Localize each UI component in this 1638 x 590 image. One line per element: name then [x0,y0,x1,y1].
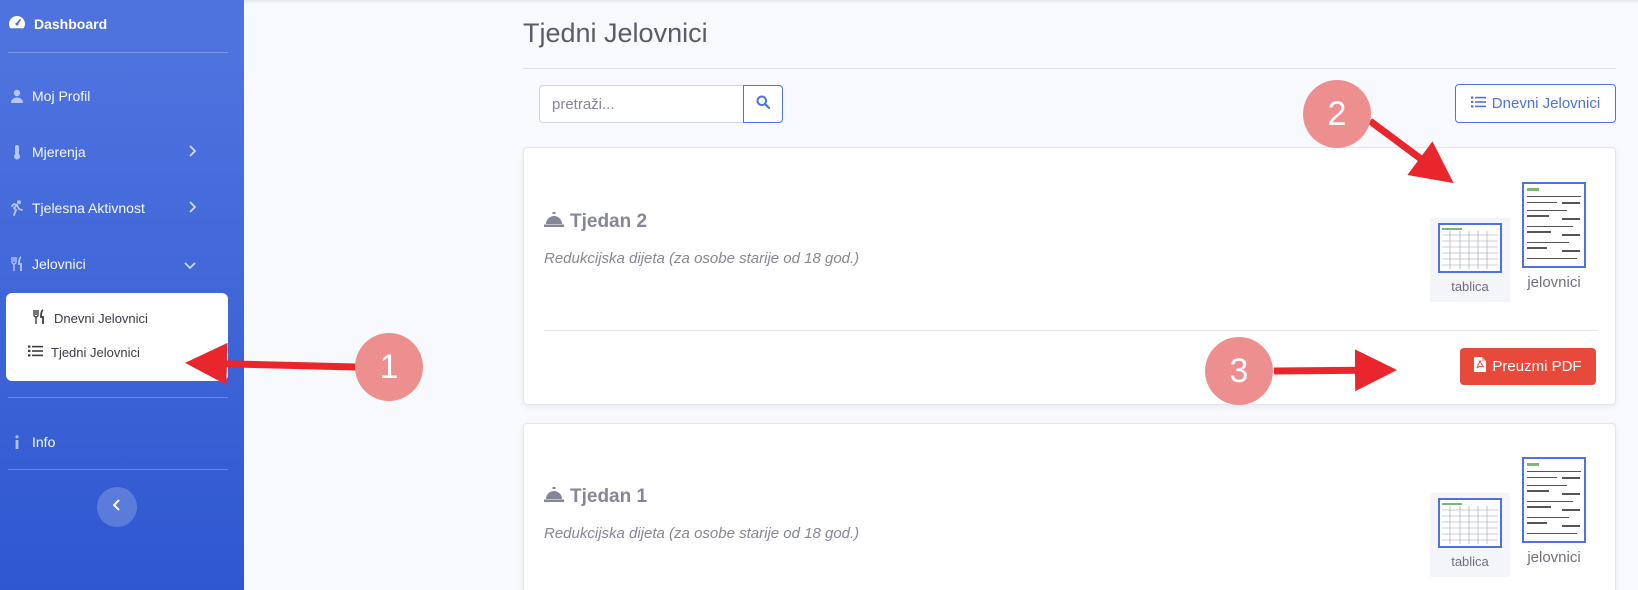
info-icon [8,433,26,451]
sidebar-item-info[interactable]: Info [8,430,204,454]
sidebar-item-profile[interactable]: Moj Profil [8,84,204,108]
submenu-item-tjedni[interactable]: Tjedni Jelovnici [28,345,140,360]
utensils-icon [32,309,46,328]
submenu-item-label: Dnevni Jelovnici [54,311,148,326]
annotation-marker: 2 [1303,80,1371,148]
utensils-icon [8,255,26,273]
card-divider [544,330,1597,331]
daily-menus-button[interactable]: Dnevni Jelovnici [1455,84,1616,123]
menu-thumbnail[interactable]: jelovnici [1514,176,1594,302]
search-input[interactable] [539,85,743,123]
daily-menus-label: Dnevni Jelovnici [1491,95,1601,112]
card-title: Tjedan 2 [544,211,647,233]
annotation-marker: 3 [1205,337,1273,405]
thumbnail-caption: tablica [1451,279,1489,294]
sidebar-item-label: Info [32,434,56,450]
card-subtitle: Redukcijska dijeta (za osobe starije od … [544,525,860,542]
card-title: Tjedan 1 [544,486,647,508]
search-group [539,85,783,123]
brand-label: Dashboard [34,15,108,32]
user-icon [8,87,26,105]
sidebar-item-label: Moj Profil [32,88,91,104]
annotation-marker: 1 [355,333,423,401]
table-thumbnail[interactable]: tablica [1430,218,1510,302]
thumbnail-caption: tablica [1451,554,1489,569]
running-icon [8,199,26,217]
sidebar-item-jelovnici[interactable]: Jelovnici [8,252,204,276]
topbar-shadow [244,0,1638,4]
menu-thumbnail[interactable]: jelovnici [1514,451,1594,577]
sidebar-item-label: Tjelesna Aktivnost [32,200,145,216]
week-card: Tjedan 2 Redukcijska dijeta (za osobe st… [523,147,1616,405]
concierge-bell-icon [544,486,564,508]
download-pdf-button[interactable]: Preuzmi PDF [1460,348,1596,385]
tachometer-icon [8,14,26,33]
card-title-text: Tjedan 1 [570,486,648,507]
chevron-right-icon [188,200,197,216]
page-title: Tjedni Jelovnici [523,18,708,48]
sidebar: Dashboard Moj Profil Mjerenja Tjelesna A… [0,0,244,590]
jelovnici-submenu: Dnevni Jelovnici Tjedni Jelovnici [6,293,228,381]
table-preview-image [1438,498,1502,548]
table-preview-image [1438,223,1502,273]
sidebar-item-mjerenja[interactable]: Mjerenja [8,140,204,164]
search-button[interactable] [743,85,783,123]
chevron-left-icon [112,498,121,516]
file-pdf-icon [1474,357,1487,376]
sidebar-divider [8,52,228,53]
download-pdf-label: Preuzmi PDF [1492,358,1582,375]
card-title-text: Tjedan 2 [570,211,648,232]
table-thumbnail[interactable]: tablica [1430,493,1510,577]
thumbnail-caption: jelovnici [1527,274,1581,291]
list-icon [28,345,43,360]
concierge-bell-icon [544,211,564,233]
search-icon [756,95,771,114]
submenu-item-dnevni[interactable]: Dnevni Jelovnici [32,309,148,328]
week-card: Tjedan 1 Redukcijska dijeta (za osobe st… [523,423,1616,590]
sidebar-item-label: Mjerenja [32,144,86,160]
menu-preview-image [1522,182,1586,268]
chevron-right-icon [188,144,197,160]
sidebar-divider [8,469,228,470]
sidebar-toggle-button[interactable] [97,487,137,527]
menu-preview-image [1522,457,1586,543]
chevron-down-icon [184,256,196,272]
title-divider [523,68,1616,69]
submenu-item-label: Tjedni Jelovnici [51,345,140,360]
thumbnail-caption: jelovnici [1527,549,1581,566]
sidebar-divider [8,397,228,398]
card-subtitle: Redukcijska dijeta (za osobe starije od … [544,250,860,267]
sidebar-brand-link[interactable]: Dashboard [8,14,107,33]
list-icon [1470,95,1486,112]
sidebar-item-label: Jelovnici [32,256,86,272]
sidebar-item-aktivnost[interactable]: Tjelesna Aktivnost [8,196,204,220]
thermometer-icon [8,143,26,161]
